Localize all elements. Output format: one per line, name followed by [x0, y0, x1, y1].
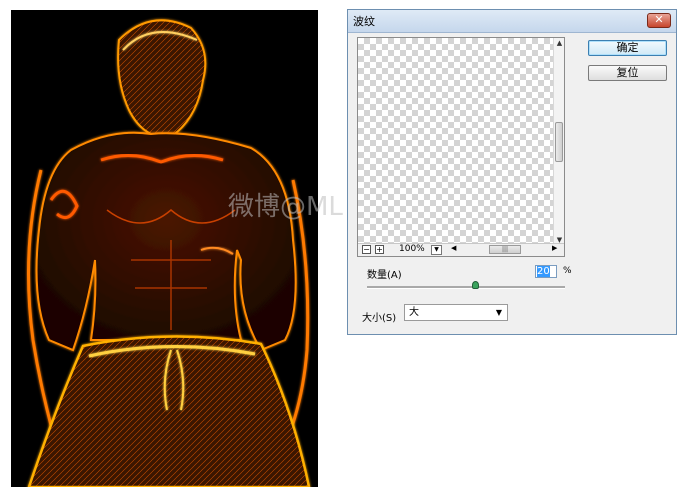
plus-icon: +: [376, 245, 383, 254]
scroll-right-arrow-icon[interactable]: ▶: [552, 244, 557, 252]
size-selected-value: 大: [409, 307, 419, 318]
transparency-checkerboard: [358, 38, 554, 245]
chevron-down-icon: ▼: [434, 246, 439, 253]
zoom-in-button[interactable]: +: [375, 245, 384, 254]
chevron-down-icon: ▼: [495, 308, 502, 317]
minus-icon: −: [363, 245, 370, 254]
zoom-dropdown-button[interactable]: ▼: [431, 245, 442, 255]
size-select[interactable]: 大 ▼: [404, 304, 508, 321]
amount-slider-track[interactable]: [367, 286, 565, 289]
amount-label: 数量(A): [367, 270, 402, 281]
amount-value: 20: [537, 266, 550, 277]
dialog-title: 波纹: [353, 15, 375, 28]
horizontal-scroll-thumb[interactable]: |||: [489, 245, 521, 254]
amount-unit: %: [563, 266, 572, 276]
preview-toolbar: − + 100% ▼ ◀ ||| ▶: [358, 243, 564, 256]
close-button[interactable]: ✕: [647, 13, 671, 28]
amount-slider-thumb[interactable]: [472, 281, 480, 289]
preview-vertical-scrollbar[interactable]: ▲ ▼: [553, 38, 564, 245]
preview-pane[interactable]: ▲ ▼ − + 100% ▼ ◀ ||| ▶: [357, 37, 565, 257]
zoom-level: 100%: [399, 244, 425, 254]
glowing-edges-figure: [27, 19, 311, 487]
ripple-filter-dialog: 波纹 ✕ ▲ ▼ − + 100% ▼ ◀ ||| ▶ 确定 复位 数量(A) …: [347, 9, 677, 335]
size-label: 大小(S): [362, 313, 397, 324]
dialog-titlebar[interactable]: 波纹 ✕: [348, 10, 676, 33]
ok-button[interactable]: 确定: [588, 40, 667, 56]
scroll-up-arrow-icon[interactable]: ▲: [555, 39, 564, 47]
vertical-scroll-thumb[interactable]: [555, 122, 563, 162]
close-icon: ✕: [654, 13, 664, 26]
reset-button[interactable]: 复位: [588, 65, 667, 81]
photo-canvas: [11, 10, 318, 487]
scroll-left-arrow-icon[interactable]: ◀: [451, 244, 456, 252]
zoom-out-button[interactable]: −: [362, 245, 371, 254]
amount-input[interactable]: 20: [535, 265, 557, 278]
